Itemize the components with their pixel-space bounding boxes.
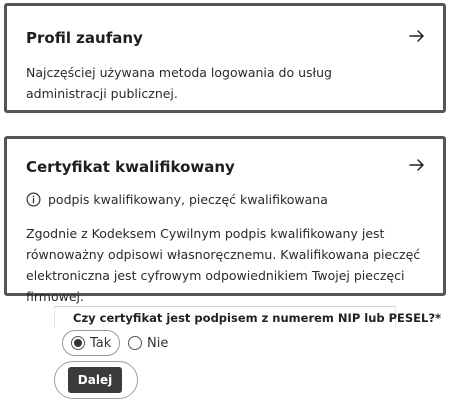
profil-zaufany-description: Najczęściej używana metoda logowania do … (26, 65, 332, 101)
profil-zaufany-card[interactable]: Profil zaufany Najczęściej używana metod… (4, 3, 446, 113)
certyfikat-kwalifikowany-card[interactable]: Certyfikat kwalifikowany podpis kwalifik… (4, 136, 446, 304)
info-icon (26, 192, 41, 207)
arrow-right-icon (409, 159, 424, 171)
certyfikat-info-row: podpis kwalifikowany, pieczęć kwalifikow… (26, 192, 328, 207)
dalej-button[interactable]: Dalej (68, 367, 122, 393)
certyfikat-kwalifikowany-description: Zgodnie z Kodeksem Cywilnym podpis kwali… (26, 226, 421, 304)
radio-unselected-icon[interactable] (128, 336, 142, 350)
profil-zaufany-title: Profil zaufany (26, 29, 143, 47)
radio-option-tak[interactable]: Tak (62, 330, 121, 356)
radio-selected-icon[interactable] (71, 336, 85, 350)
certyfikat-info-text: podpis kwalifikowany, pieczęć kwalifikow… (48, 192, 328, 207)
nip-pesel-question: Czy certyfikat jest podpisem z numerem N… (54, 306, 441, 328)
radio-label-nie: Nie (147, 335, 169, 351)
radio-option-nie[interactable]: Nie (128, 330, 168, 356)
certyfikat-kwalifikowany-title: Certyfikat kwalifikowany (26, 158, 235, 176)
radio-label-tak: Tak (90, 335, 112, 351)
arrow-right-icon (409, 30, 424, 42)
